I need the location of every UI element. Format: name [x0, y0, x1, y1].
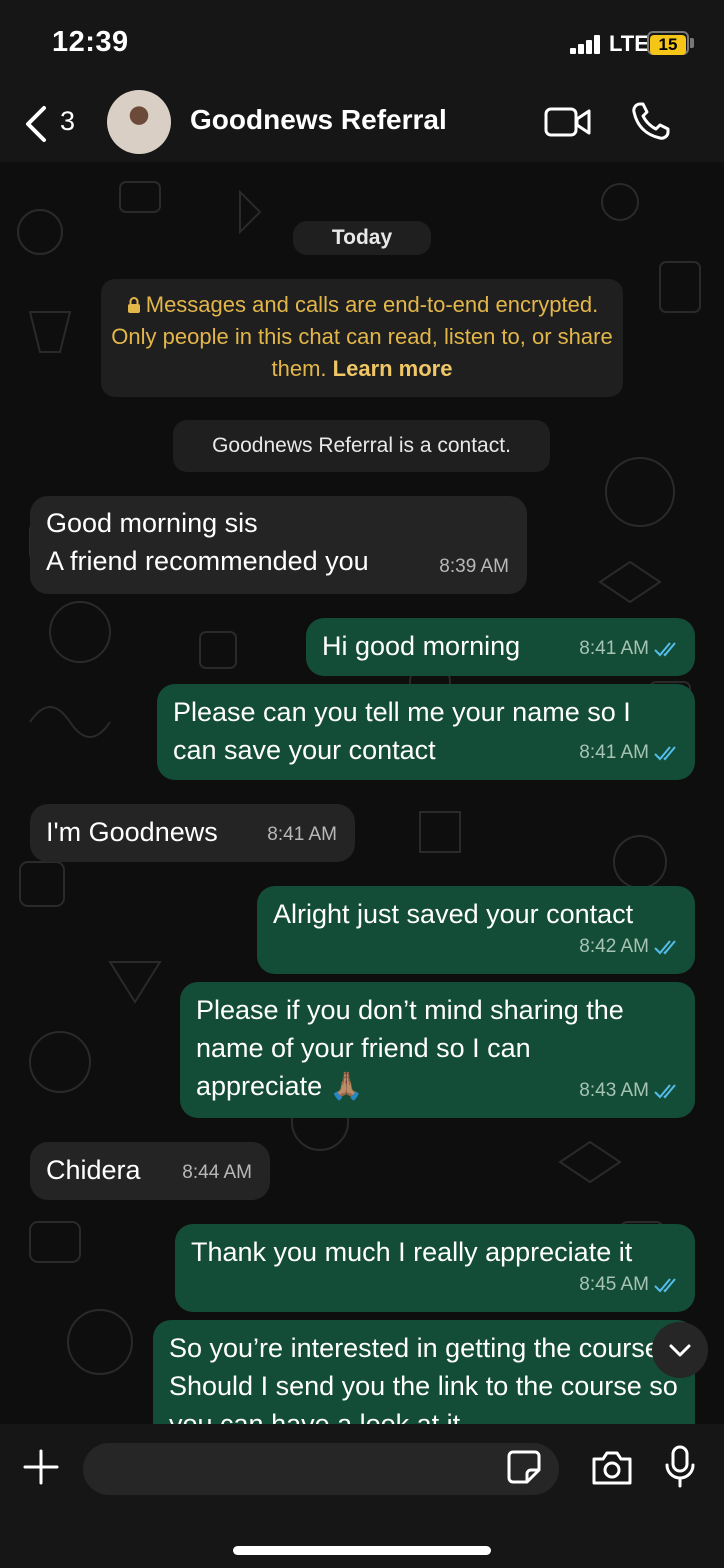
read-ticks-icon — [654, 940, 676, 955]
message-list[interactable]: Today Messages and calls are end-to-end … — [0, 162, 724, 1424]
message-bubble-outgoing[interactable]: Please can you tell me your name so I ca… — [157, 684, 695, 780]
message-time: 8:39 AM — [439, 556, 509, 577]
battery-level: 15 — [650, 35, 686, 55]
message-time-text: 8:42 AM — [579, 936, 649, 957]
battery-tip — [690, 38, 694, 48]
contact-avatar[interactable] — [107, 90, 171, 154]
message-time: 8:44 AM — [182, 1162, 252, 1183]
read-ticks-icon — [654, 642, 676, 657]
battery-icon: 15 — [647, 31, 689, 55]
lock-icon — [127, 297, 140, 313]
message-bubble-outgoing[interactable]: So you’re interested in getting the cour… — [153, 1320, 695, 1424]
chevron-down-icon[interactable] — [652, 1322, 708, 1378]
read-ticks-icon — [654, 1278, 676, 1293]
message-time: 8:42 AM — [579, 928, 681, 966]
status-bar: 12:39 LTE 15 — [0, 0, 724, 84]
network-label: LTE — [609, 31, 649, 56]
learn-more-link[interactable]: Learn more — [333, 356, 453, 381]
home-indicator — [233, 1546, 491, 1555]
message-time: 8:41 AM — [267, 824, 337, 845]
message-time: 8:43 AM — [579, 1072, 681, 1110]
date-divider: Today — [293, 221, 431, 255]
read-ticks-icon — [654, 1084, 676, 1099]
contact-notice: Goodnews Referral is a contact. — [173, 420, 550, 472]
message-bubble-outgoing[interactable]: Thank you much I really appreciate it 8:… — [175, 1224, 695, 1312]
microphone-icon[interactable] — [664, 1445, 696, 1489]
message-bubble-outgoing[interactable]: Hi good morning 8:41 AM — [306, 618, 695, 676]
signal-icon — [570, 34, 602, 54]
contact-name[interactable]: Goodnews Referral — [190, 104, 447, 136]
message-input-bar — [0, 1424, 724, 1568]
chat-header: 3 Goodnews Referral — [0, 84, 724, 162]
plus-icon[interactable] — [22, 1448, 60, 1486]
message-time-text: 8:45 AM — [579, 1274, 649, 1295]
message-text: So you’re interested in getting the cour… — [169, 1333, 678, 1424]
message-time-text: 8:41 AM — [579, 742, 649, 763]
status-time: 12:39 — [52, 26, 129, 58]
message-time: 8:45 AM — [579, 1266, 681, 1304]
message-time-text: 8:41 AM — [579, 638, 649, 659]
message-bubble-incoming[interactable]: Good morning sis A friend recommended yo… — [30, 496, 527, 594]
message-bubble-incoming[interactable]: Chidera 8:44 AM — [30, 1142, 270, 1200]
whatsapp-chat-screen: 12:39 LTE 15 3 Goodnews Referral Today M… — [0, 0, 724, 1568]
video-camera-icon[interactable] — [543, 102, 593, 142]
message-input[interactable] — [83, 1443, 559, 1495]
unread-count[interactable]: 3 — [60, 106, 75, 137]
message-time-text: 8:43 AM — [579, 1080, 649, 1101]
sticker-icon[interactable] — [505, 1448, 543, 1486]
message-bubble-incoming[interactable]: I'm Goodnews 8:41 AM — [30, 804, 355, 862]
chevron-left-icon[interactable] — [18, 102, 58, 146]
message-time: 8:41 AM — [579, 630, 681, 668]
encryption-notice[interactable]: Messages and calls are end-to-end encryp… — [101, 279, 623, 397]
message-bubble-outgoing[interactable]: Please if you don’t mind sharing the nam… — [180, 982, 695, 1118]
message-bubble-outgoing[interactable]: Alright just saved your contact 8:42 AM — [257, 886, 695, 974]
phone-icon[interactable] — [630, 100, 672, 142]
message-time: 8:41 AM — [579, 734, 681, 772]
camera-icon[interactable] — [590, 1450, 634, 1486]
read-ticks-icon — [654, 746, 676, 761]
